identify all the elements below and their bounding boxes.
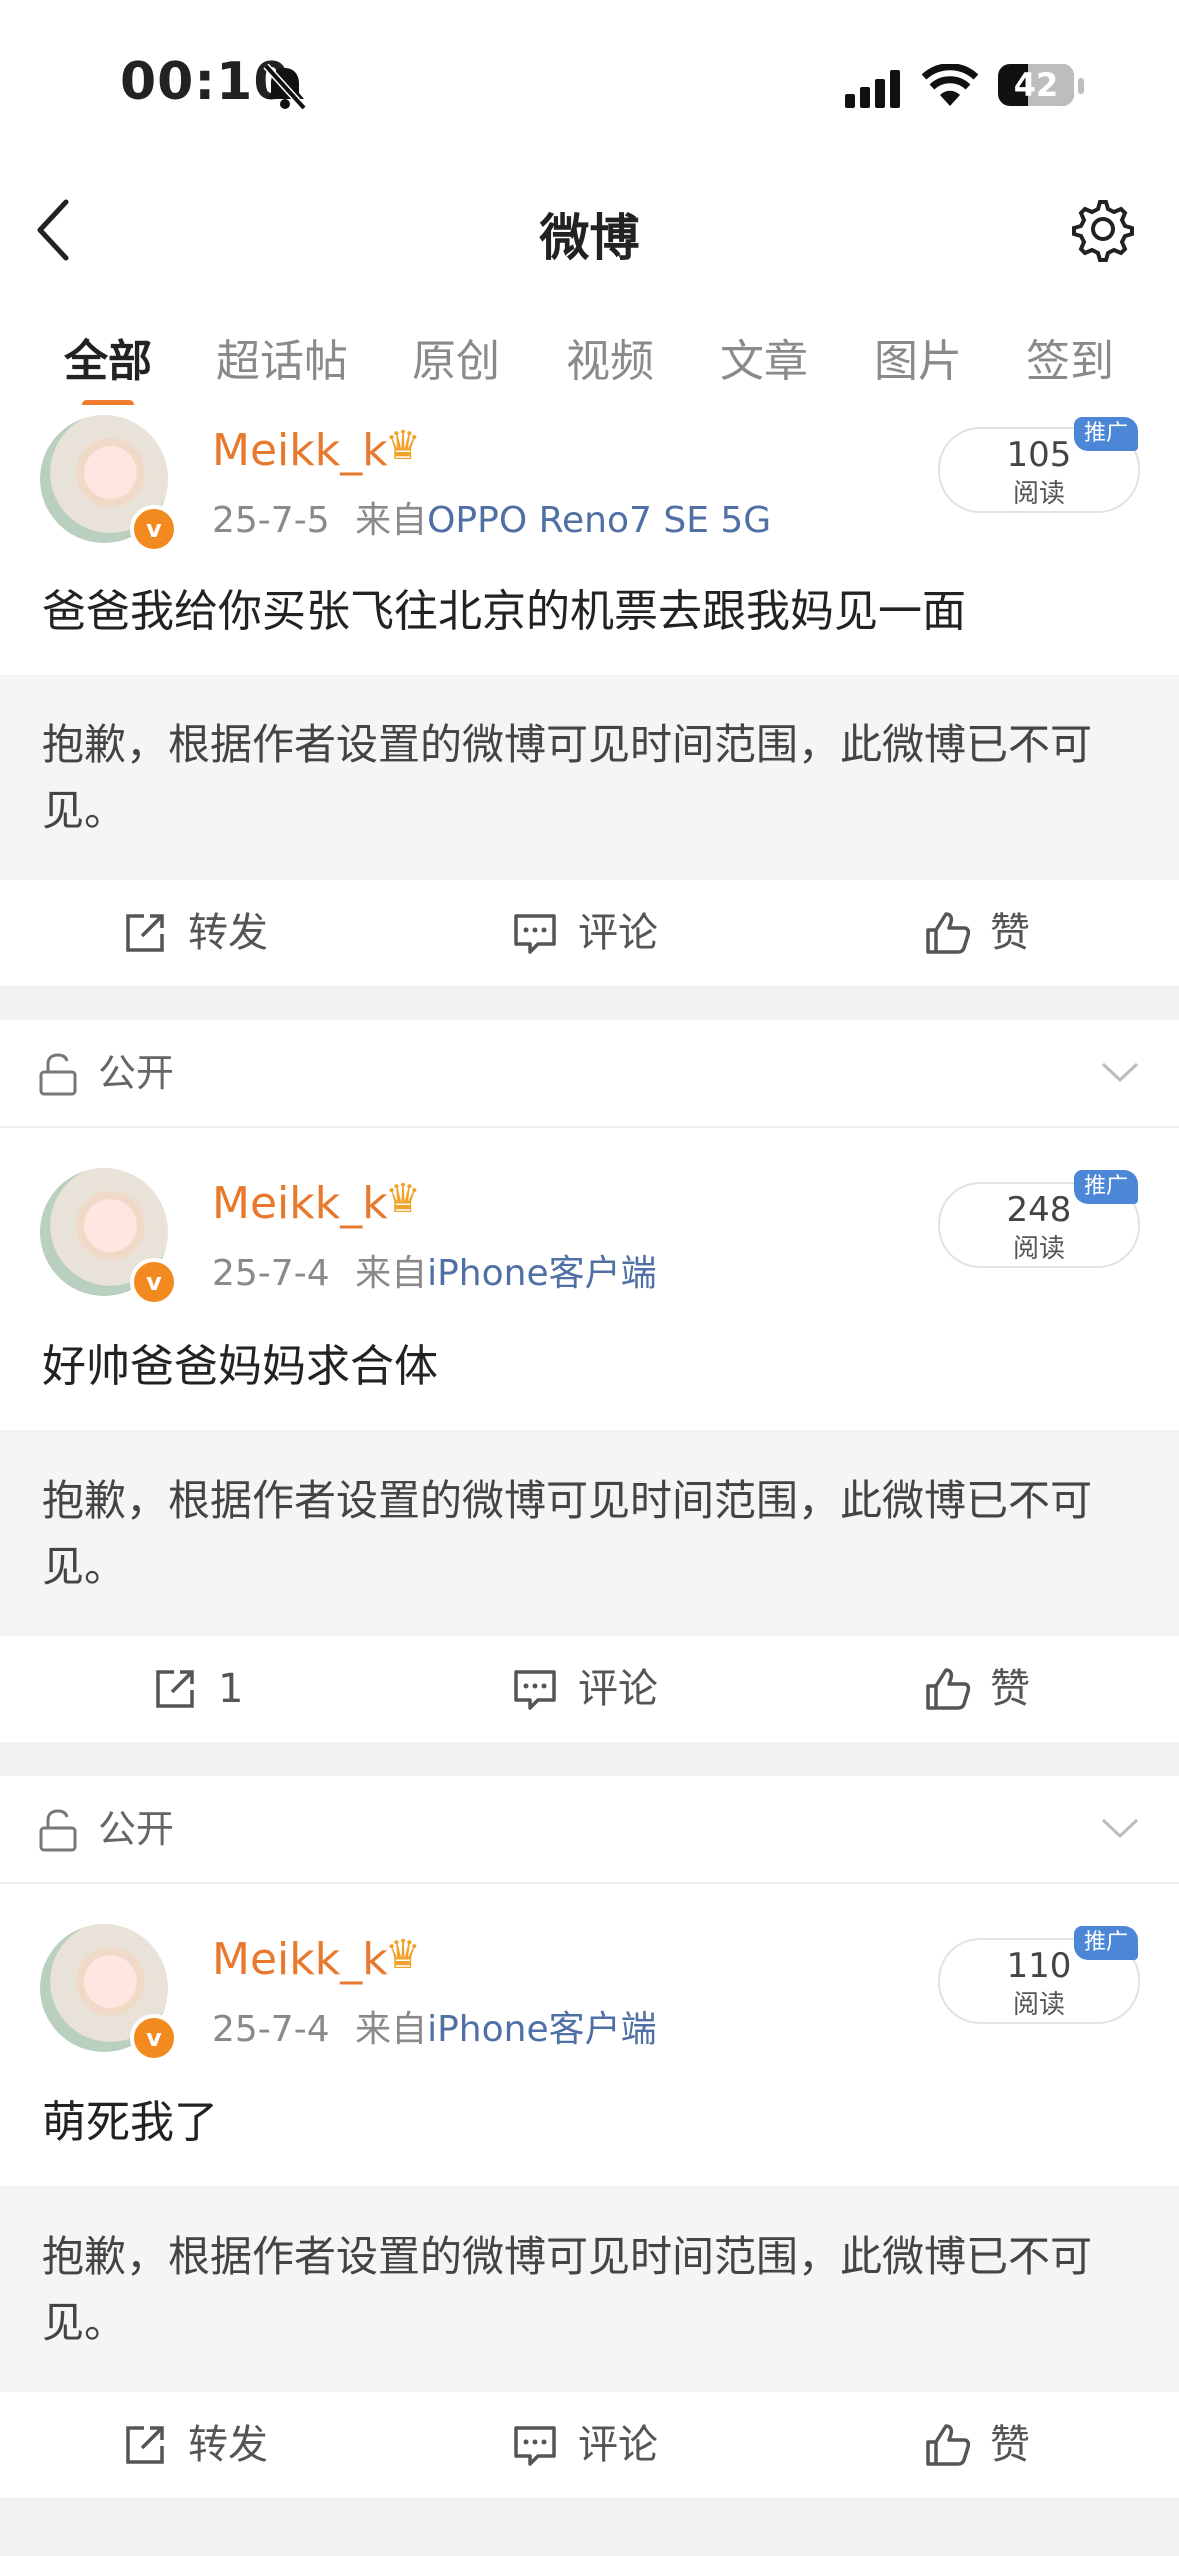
tab-article[interactable]: 文章 xyxy=(720,325,808,389)
repost-label: 转发 xyxy=(188,910,268,956)
read-label: 阅读 xyxy=(1012,1990,1065,2020)
avatar[interactable]: v xyxy=(40,1168,178,1306)
comment-icon xyxy=(514,914,556,954)
username[interactable]: Meikk_k xyxy=(212,1934,388,1985)
post-card[interactable]: v Meikk_k ♛ 25-7-5 来自OPPO Reno7 SE 5G 10… xyxy=(0,405,1179,675)
repost-button[interactable]: 1 xyxy=(152,1636,272,1742)
battery-cap xyxy=(1078,78,1084,94)
hidden-notice-text: 抱歉，根据作者设置的微博可见时间范围，此微博已不可见。 xyxy=(42,720,1093,835)
username[interactable]: Meikk_k xyxy=(212,425,388,476)
repost-count: 1 xyxy=(218,1666,244,1712)
repost-button[interactable]: 转发 xyxy=(122,880,282,986)
like-button[interactable]: 赞 xyxy=(924,2392,1044,2498)
tab-all[interactable]: 全部 xyxy=(64,325,152,389)
hidden-repost-notice: 抱歉，根据作者设置的微博可见时间范围，此微博已不可见。 xyxy=(0,1432,1179,1636)
like-button[interactable]: 赞 xyxy=(924,880,1044,986)
comment-icon xyxy=(514,1670,556,1710)
post-source[interactable]: iPhone客户端 xyxy=(427,1253,657,1294)
comment-label: 评论 xyxy=(578,2422,658,2468)
hidden-notice-text: 抱歉，根据作者设置的微博可见时间范围，此微博已不可见。 xyxy=(42,1476,1093,1591)
username[interactable]: Meikk_k xyxy=(212,1178,388,1229)
repost-icon xyxy=(126,2426,164,2464)
repost-icon xyxy=(156,1670,194,1708)
unlock-icon xyxy=(39,1809,77,1852)
hidden-notice-text: 抱歉，根据作者设置的微博可见时间范围，此微博已不可见。 xyxy=(42,2232,1093,2347)
gear-icon[interactable] xyxy=(1070,196,1136,262)
read-label: 阅读 xyxy=(1012,479,1065,509)
source-prefix: 来自 xyxy=(355,500,428,541)
comment-label: 评论 xyxy=(578,910,658,956)
comment-icon xyxy=(514,2426,556,2466)
read-label: 阅读 xyxy=(1012,1234,1065,1264)
visibility-bar[interactable]: 公开 xyxy=(0,1020,1179,1128)
verified-badge-icon: v xyxy=(130,1258,178,1306)
tab-checkin[interactable]: 签到 xyxy=(1026,325,1114,389)
page-title: 微博 xyxy=(539,209,640,267)
nav-bar: 微博 xyxy=(0,170,1179,297)
like-label: 赞 xyxy=(990,910,1030,956)
post-card[interactable]: v Meikk_k ♛ 25-7-4 来自iPhone客户端 248 阅读 推广… xyxy=(0,1128,1179,1430)
post-actions: 转发 评论 赞 xyxy=(0,2392,1179,2498)
source-prefix: 来自 xyxy=(355,2009,428,2050)
tab-original[interactable]: 原创 xyxy=(412,325,500,389)
comment-label: 评论 xyxy=(578,1666,658,1712)
verified-badge-icon: v xyxy=(130,2014,178,2062)
repost-icon xyxy=(126,914,164,952)
verified-badge-icon: v xyxy=(130,505,178,553)
promote-tag[interactable]: 推广 xyxy=(1074,417,1138,451)
visibility-bar[interactable]: 公开 xyxy=(0,1776,1179,1884)
post-text: 爸爸我给你买张飞往北京的机票去跟我妈见一面 xyxy=(42,586,966,637)
filter-tabs: 全部 超话帖 原创 视频 文章 图片 签到 xyxy=(0,295,1179,405)
post-card[interactable]: v Meikk_k ♛ 25-7-4 来自iPhone客户端 110 阅读 推广… xyxy=(0,1884,1179,2186)
thumbs-up-icon xyxy=(926,912,971,954)
chevron-down-icon[interactable] xyxy=(1100,1816,1140,1840)
battery-level: 42 xyxy=(1013,66,1059,104)
tab-image[interactable]: 图片 xyxy=(874,325,962,389)
visibility-label: 公开 xyxy=(98,1807,175,1851)
wifi-icon xyxy=(922,64,978,106)
bell-muted-icon xyxy=(263,63,307,110)
post-actions: 转发 评论 赞 xyxy=(0,880,1179,986)
post-text: 好帅爸爸妈妈求合体 xyxy=(42,1341,438,1392)
visibility-label: 公开 xyxy=(98,1051,175,1095)
cellular-signal-icon xyxy=(845,70,900,108)
post-text: 萌死我了 xyxy=(42,2097,218,2148)
crown-icon: ♛ xyxy=(385,1176,421,1222)
chevron-down-icon[interactable] xyxy=(1100,1060,1140,1084)
like-button[interactable]: 赞 xyxy=(924,1636,1044,1742)
post-source[interactable]: iPhone客户端 xyxy=(427,2009,657,2050)
status-bar: 00:10 42 xyxy=(0,0,1179,170)
promote-tag[interactable]: 推广 xyxy=(1074,1926,1138,1960)
hidden-repost-notice: 抱歉，根据作者设置的微博可见时间范围，此微博已不可见。 xyxy=(0,676,1179,880)
repost-label: 转发 xyxy=(188,2422,268,2468)
comment-button[interactable]: 评论 xyxy=(512,2392,672,2498)
post-meta: 25-7-5 来自OPPO Reno7 SE 5G xyxy=(212,491,771,543)
post-meta: 25-7-4 来自iPhone客户端 xyxy=(212,2000,657,2052)
post-source[interactable]: OPPO Reno7 SE 5G xyxy=(427,500,771,541)
thumbs-up-icon xyxy=(926,1668,971,1710)
comment-button[interactable]: 评论 xyxy=(512,1636,672,1742)
tab-video[interactable]: 视频 xyxy=(566,325,654,389)
avatar[interactable]: v xyxy=(40,1924,178,2062)
post-date: 25-7-4 xyxy=(212,1253,330,1294)
post-actions: 1 评论 赞 xyxy=(0,1636,1179,1742)
comment-button[interactable]: 评论 xyxy=(512,880,672,986)
promote-tag[interactable]: 推广 xyxy=(1074,1170,1138,1204)
post-meta: 25-7-4 来自iPhone客户端 xyxy=(212,1244,657,1296)
like-label: 赞 xyxy=(990,2422,1030,2468)
hidden-repost-notice: 抱歉，根据作者设置的微博可见时间范围，此微博已不可见。 xyxy=(0,2188,1179,2392)
post-date: 25-7-5 xyxy=(212,500,330,541)
source-prefix: 来自 xyxy=(355,1253,428,1294)
thumbs-up-icon xyxy=(926,2424,971,2466)
like-label: 赞 xyxy=(990,1666,1030,1712)
crown-icon: ♛ xyxy=(385,423,421,469)
repost-button[interactable]: 转发 xyxy=(122,2392,282,2498)
tab-super-topic[interactable]: 超话帖 xyxy=(216,325,348,389)
crown-icon: ♛ xyxy=(385,1932,421,1978)
post-date: 25-7-4 xyxy=(212,2009,330,2050)
battery-icon: 42 xyxy=(998,64,1074,106)
unlock-icon xyxy=(39,1053,77,1096)
avatar[interactable]: v xyxy=(40,415,178,553)
